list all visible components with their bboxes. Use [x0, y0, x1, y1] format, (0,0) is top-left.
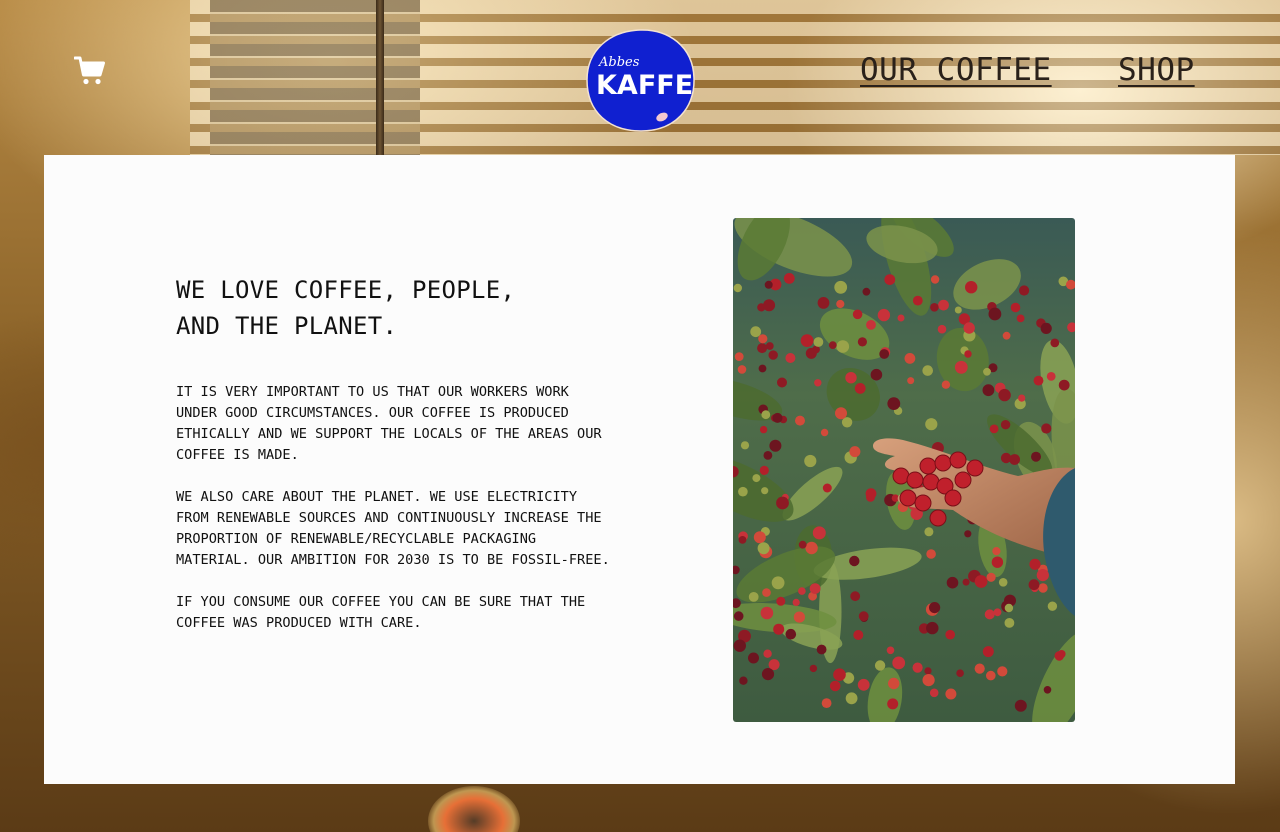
background-blind-cord [376, 0, 384, 155]
headline-line-2: AND THE PLANET. [176, 312, 398, 340]
coffee-cherries-photo [733, 218, 1075, 722]
page-headline: WE LOVE COFFEE, PEOPLE, AND THE PLANET. [176, 272, 616, 344]
mission-text: WE LOVE COFFEE, PEOPLE, AND THE PLANET. … [176, 272, 616, 634]
paragraph-care: IF YOU CONSUME OUR COFFEE YOU CAN BE SUR… [176, 594, 586, 631]
content-card: WE LOVE COFFEE, PEOPLE, AND THE PLANET. … [44, 155, 1235, 784]
headline-line-1: WE LOVE COFFEE, PEOPLE, [176, 276, 516, 304]
background-blinds-shadow [210, 0, 420, 155]
logo-script-text: Abbes [598, 55, 640, 70]
background-window-blinds [190, 0, 1280, 155]
paragraph-planet: WE ALSO CARE ABOUT THE PLANET. WE USE EL… [176, 489, 610, 568]
nav-shop-link[interactable]: SHOP [1118, 52, 1195, 88]
shopping-cart-icon [73, 56, 105, 85]
cart-button[interactable] [73, 56, 106, 86]
logo-wordmark: KAFFE [596, 70, 693, 101]
brand-logo[interactable]: Abbes KAFFE [585, 28, 695, 132]
nav-our-coffee-link[interactable]: OUR COFFEE [860, 52, 1052, 88]
background-lens-flare [428, 786, 520, 832]
paragraph-workers: IT IS VERY IMPORTANT TO US THAT OUR WORK… [176, 384, 602, 463]
